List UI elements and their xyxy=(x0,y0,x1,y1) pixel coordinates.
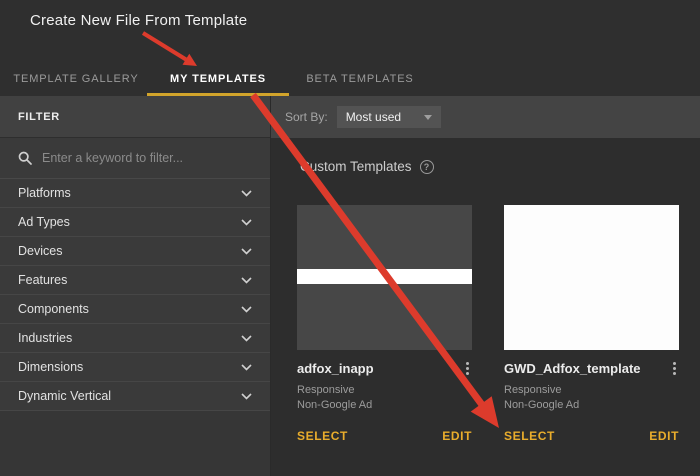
template-card-adfox-inapp: adfox_inapp Responsive Non-Google Ad SEL… xyxy=(297,205,472,443)
sidebar-section-dimensions[interactable]: Dimensions xyxy=(0,353,270,382)
filter-header: FILTER xyxy=(0,96,270,138)
sort-dropdown[interactable]: Most used xyxy=(337,106,441,128)
sort-dropdown-value: Most used xyxy=(346,110,401,124)
template-meta-ad-type: Non-Google Ad xyxy=(504,398,679,413)
template-thumbnail[interactable] xyxy=(504,205,679,350)
search-input[interactable] xyxy=(42,151,252,165)
tab-my-templates-label: MY TEMPLATES xyxy=(170,73,266,85)
sidebar-section-ad-types[interactable]: Ad Types xyxy=(0,208,270,237)
sort-by-label: Sort By: xyxy=(285,110,328,124)
chevron-down-icon xyxy=(241,277,252,284)
custom-templates-title: Custom Templates xyxy=(300,159,412,174)
template-meta: Responsive Non-Google Ad xyxy=(504,383,679,413)
sidebar-section-label: Dynamic Vertical xyxy=(18,389,111,403)
sidebar-section-label: Dimensions xyxy=(18,360,83,374)
filter-sidebar: FILTER Platforms Ad Types Devices Featur… xyxy=(0,96,271,476)
select-button[interactable]: SELECT xyxy=(504,429,555,443)
sidebar-section-platforms[interactable]: Platforms xyxy=(0,179,270,208)
sidebar-section-industries[interactable]: Industries xyxy=(0,324,270,353)
template-name: GWD_Adfox_template xyxy=(504,361,641,376)
sidebar-section-label: Devices xyxy=(18,244,62,258)
custom-templates-heading: Custom Templates ? xyxy=(300,159,434,174)
page-title: Create New File From Template xyxy=(30,12,247,29)
template-thumbnail[interactable] xyxy=(297,205,472,350)
sidebar-section-dynamic-vertical[interactable]: Dynamic Vertical xyxy=(0,382,270,411)
sidebar-section-label: Components xyxy=(18,302,89,316)
sidebar-section-label: Industries xyxy=(18,331,72,345)
tab-beta-templates[interactable]: BETA TEMPLATES xyxy=(289,62,431,96)
chevron-down-icon xyxy=(241,393,252,400)
sidebar-section-components[interactable]: Components xyxy=(0,295,270,324)
template-name: adfox_inapp xyxy=(297,361,374,376)
sort-toolbar: Sort By: Most used xyxy=(271,96,700,138)
dropdown-arrow-icon xyxy=(424,115,432,120)
template-card-gwd-adfox-template: GWD_Adfox_template Responsive Non-Google… xyxy=(504,205,679,443)
chevron-down-icon xyxy=(241,306,252,313)
main-area: FILTER Platforms Ad Types Devices Featur… xyxy=(0,96,700,476)
search-row xyxy=(0,138,270,179)
thumbnail-stripe xyxy=(297,269,472,284)
select-button[interactable]: SELECT xyxy=(297,429,348,443)
sidebar-footer xyxy=(0,411,270,476)
search-icon xyxy=(18,151,32,165)
template-meta-responsive: Responsive xyxy=(504,383,679,398)
chevron-down-icon xyxy=(241,248,252,255)
chevron-down-icon xyxy=(241,364,252,371)
template-meta-responsive: Responsive xyxy=(297,383,472,398)
templates-content: Custom Templates ? adfox_inapp Responsiv… xyxy=(271,138,700,476)
template-meta: Responsive Non-Google Ad xyxy=(297,383,472,413)
template-meta-ad-type: Non-Google Ad xyxy=(297,398,472,413)
tab-bar: TEMPLATE GALLERY MY TEMPLATES BETA TEMPL… xyxy=(0,62,700,96)
tab-my-templates[interactable]: MY TEMPLATES xyxy=(147,62,289,96)
kebab-menu-icon[interactable] xyxy=(670,360,679,377)
tab-template-gallery[interactable]: TEMPLATE GALLERY xyxy=(5,62,147,96)
template-cards-row: adfox_inapp Responsive Non-Google Ad SEL… xyxy=(297,205,679,443)
help-icon[interactable]: ? xyxy=(420,160,434,174)
edit-button[interactable]: EDIT xyxy=(442,429,472,443)
chevron-down-icon xyxy=(241,335,252,342)
sidebar-section-label: Features xyxy=(18,273,67,287)
sidebar-section-features[interactable]: Features xyxy=(0,266,270,295)
kebab-menu-icon[interactable] xyxy=(463,360,472,377)
chevron-down-icon xyxy=(241,190,252,197)
sidebar-section-label: Ad Types xyxy=(18,215,70,229)
templates-panel: Sort By: Most used Custom Templates ? ad… xyxy=(271,96,700,476)
chevron-down-icon xyxy=(241,219,252,226)
edit-button[interactable]: EDIT xyxy=(649,429,679,443)
sidebar-section-devices[interactable]: Devices xyxy=(0,237,270,266)
sidebar-section-label: Platforms xyxy=(18,186,71,200)
